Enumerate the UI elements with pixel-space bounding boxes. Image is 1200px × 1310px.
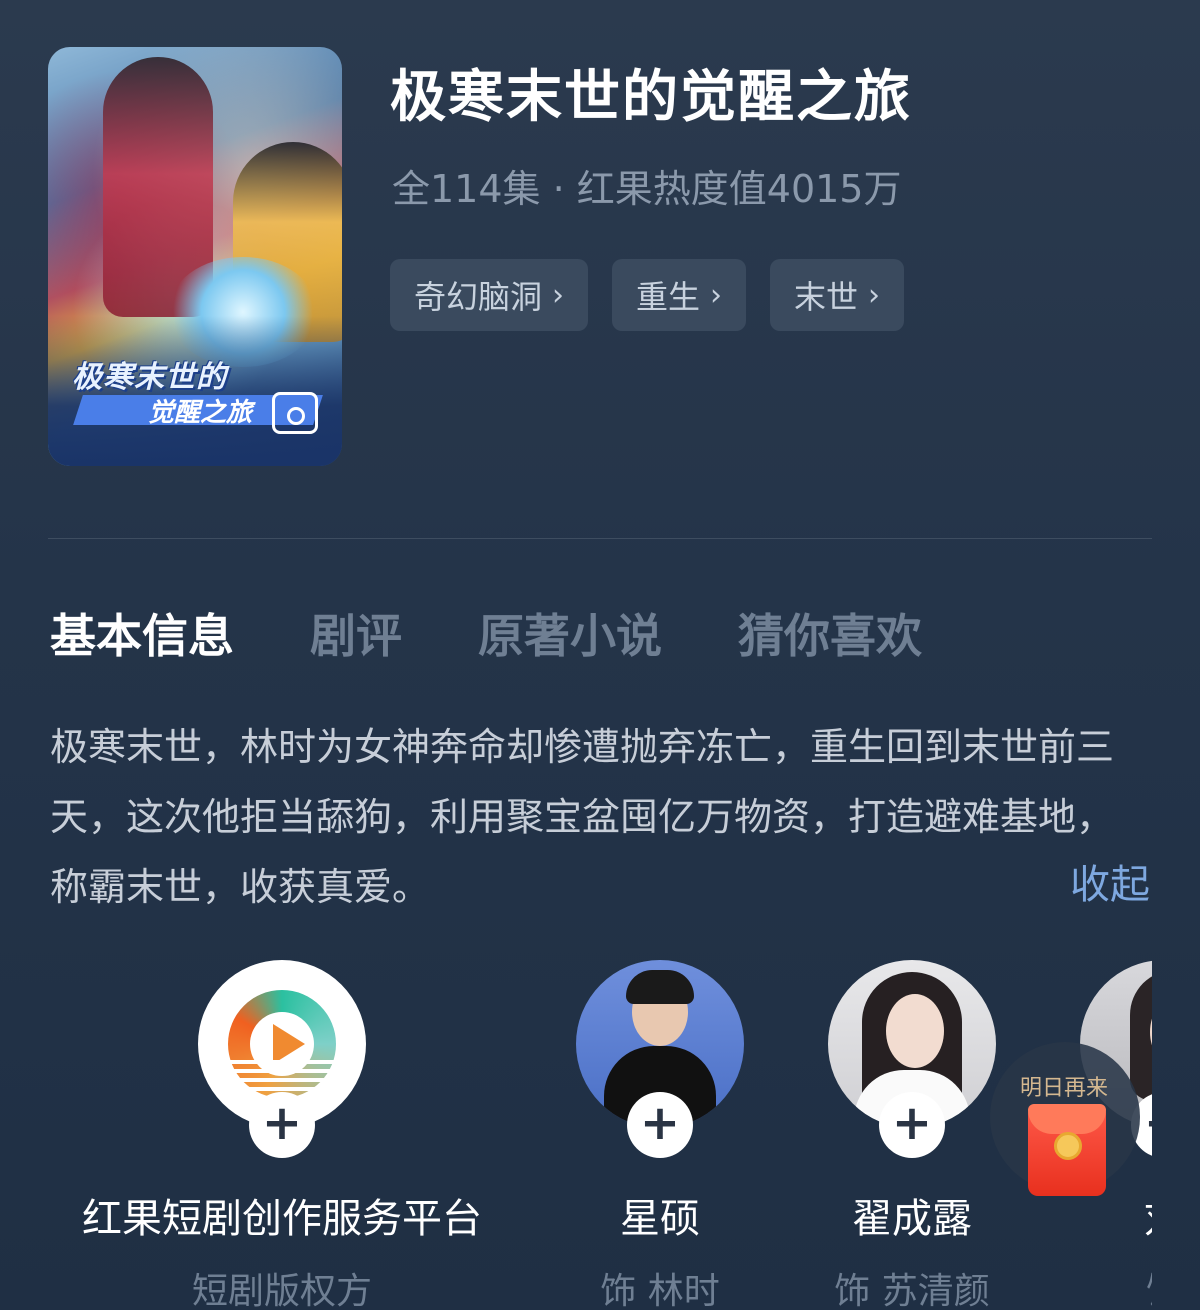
tab-recommendations[interactable]: 猜你喜欢 (738, 600, 922, 666)
drama-poster[interactable]: 极寒末世的 觉醒之旅 (48, 47, 342, 466)
tag-label: 奇幻脑洞 (414, 278, 543, 316)
avatar-hair (1130, 970, 1152, 1100)
follow-button[interactable]: + (879, 1092, 945, 1158)
cast-role: 饰 苏清颜 (834, 1271, 990, 1310)
cast-item-actress[interactable]: + 翟成露 饰 苏清颜 (812, 960, 1012, 1310)
cast-item-actor[interactable]: + 星硕 饰 林时 (560, 960, 760, 1310)
play-icon (273, 1024, 305, 1064)
cast-name: 翟成露 (852, 1196, 972, 1242)
tag-label: 重生 (636, 278, 701, 316)
tag-apocalypse[interactable]: 末世 › (770, 259, 905, 331)
chevron-right-icon: › (710, 277, 723, 313)
follow-button[interactable]: + (249, 1092, 315, 1158)
drama-title: 极寒末世的觉醒之旅 (390, 65, 912, 130)
drama-meta: 全114集 · 红果热度值4015万 (392, 167, 902, 211)
chevron-right-icon: › (868, 277, 881, 313)
synopsis-text: 极寒末世，林时为女神奔命却惨遭抛弃冻亡，重生回到末世前三天，这次他拒当舔狗，利用… (50, 725, 1115, 909)
tag-list: 奇幻脑洞 › 重生 › 末世 › (390, 259, 905, 331)
info-tabs: 基本信息 剧评 原著小说 猜你喜欢 (50, 600, 998, 666)
cast-role: 饰 林时 (600, 1271, 720, 1310)
section-divider (48, 538, 1152, 539)
tab-basic-info[interactable]: 基本信息 (50, 600, 234, 666)
tab-original-novel[interactable]: 原著小说 (478, 600, 662, 666)
avatar-face (886, 994, 944, 1068)
tag-rebirth[interactable]: 重生 › (612, 259, 747, 331)
collapse-button[interactable]: 收起 (1070, 852, 1150, 910)
floating-reward-widget[interactable]: 明日再来 (990, 1042, 1140, 1196)
avatar-hair (626, 970, 694, 1004)
cast-item-platform[interactable]: + 红果短剧创作服务平台 短剧版权方 (52, 960, 512, 1310)
cast-name: 星硕 (620, 1196, 700, 1242)
chevron-right-icon: › (552, 277, 565, 313)
cast-list: + 红果短剧创作服务平台 短剧版权方 + 星硕 饰 林时 + 翟成露 饰 苏清颜… (0, 960, 1152, 1310)
tag-label: 末世 (794, 278, 859, 316)
image-gallery-icon[interactable] (272, 392, 318, 434)
follow-button[interactable]: + (627, 1092, 693, 1158)
poster-title-line2: 觉醒之旅 (148, 398, 253, 428)
cast-role: 短剧版权方 (191, 1271, 372, 1310)
cast-name: 红果短剧创作服务平台 (82, 1196, 482, 1242)
tab-reviews[interactable]: 剧评 (310, 600, 402, 666)
poster-title-line1: 极寒末世的 (72, 360, 227, 395)
tag-fantasy[interactable]: 奇幻脑洞 › (390, 259, 589, 331)
reward-label: 明日再来 (1020, 1076, 1109, 1101)
cast-role: 饰 (1064, 1262, 1152, 1310)
coin-icon (1054, 1132, 1082, 1160)
